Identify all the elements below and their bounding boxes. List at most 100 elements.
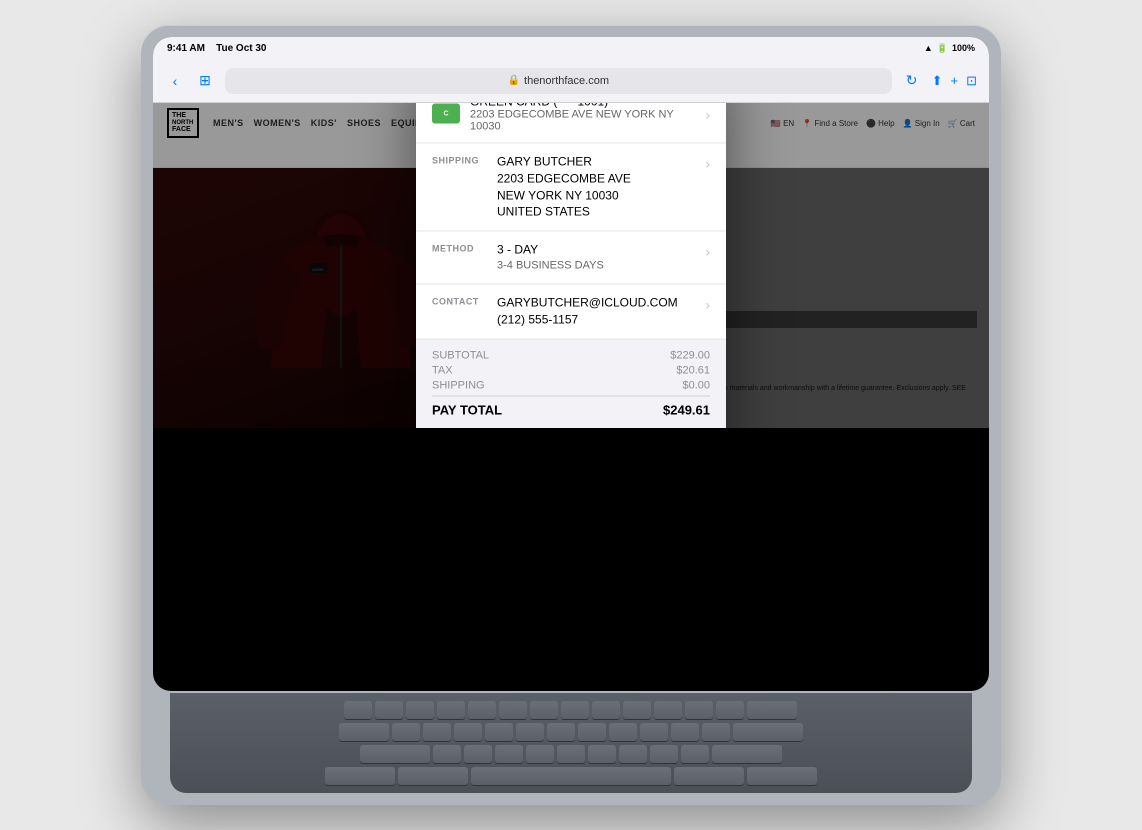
language-selector[interactable]: 🇺🇸 EN — [771, 119, 794, 128]
key-enter[interactable] — [733, 723, 803, 741]
contact-row[interactable]: CONTACT GARYBUTCHER@ICLOUD.COM (212) 555… — [416, 285, 726, 340]
key[interactable] — [592, 701, 620, 719]
method-content: 3 - DAY 3-4 BUSINESS DAYS — [497, 242, 695, 274]
url-bar[interactable]: 🔒 thenorthface.com — [225, 68, 892, 94]
key[interactable] — [495, 745, 523, 763]
key[interactable] — [375, 701, 403, 719]
bookmarks-button[interactable]: ⊡ — [966, 73, 977, 89]
help-link[interactable]: ⚫ Help — [866, 119, 895, 128]
key[interactable] — [530, 701, 558, 719]
browser-actions: ⬆ + ⊡ — [932, 73, 977, 89]
key[interactable] — [468, 701, 496, 719]
key-tab[interactable] — [339, 723, 389, 741]
key-alt-right[interactable] — [674, 767, 744, 785]
key[interactable] — [654, 701, 682, 719]
shipping-chevron-icon: › — [705, 156, 710, 172]
battery-level: 100% — [952, 43, 975, 53]
method-name: 3 - DAY — [497, 242, 695, 259]
keyboard-row-4 — [182, 767, 961, 785]
card-chip-icon: C — [432, 104, 460, 124]
key[interactable] — [588, 745, 616, 763]
lock-icon: 🔒 — [508, 75, 520, 86]
key[interactable] — [716, 701, 744, 719]
nav-shoes[interactable]: SHOES — [347, 118, 381, 128]
card-info: GREEN CARD (•••• 1001) 2203 EDGECOMBE AV… — [470, 103, 695, 133]
key-space[interactable] — [471, 767, 671, 785]
key[interactable] — [392, 723, 420, 741]
key[interactable] — [499, 701, 527, 719]
key[interactable] — [650, 745, 678, 763]
tnf-logo: THE NORTH FACE — [167, 108, 199, 138]
method-detail: 3-4 BUSINESS DAYS — [497, 259, 695, 274]
key[interactable] — [619, 745, 647, 763]
status-bar: 9:41 AM Tue Oct 30 ▲ 🔋 100% — [153, 37, 989, 59]
tab-view-button[interactable]: ⊞ — [195, 71, 215, 91]
share-button[interactable]: ⬆ — [932, 73, 943, 89]
keyboard-row-1 — [182, 701, 961, 719]
key[interactable] — [464, 745, 492, 763]
key[interactable] — [578, 723, 606, 741]
add-tab-button[interactable]: + — [951, 73, 959, 88]
nav-womens[interactable]: WOMEN'S — [254, 118, 301, 128]
key[interactable] — [433, 745, 461, 763]
tax-label: TAX — [432, 364, 453, 376]
key-ctrl-right[interactable] — [747, 767, 817, 785]
key[interactable] — [671, 723, 699, 741]
key[interactable] — [516, 723, 544, 741]
key[interactable] — [623, 701, 651, 719]
keyboard-row-2 — [182, 723, 961, 741]
key[interactable] — [547, 723, 575, 741]
key[interactable] — [561, 701, 589, 719]
shipping-cost-row: SHIPPING $0.00 — [432, 379, 710, 391]
key[interactable] — [640, 723, 668, 741]
contact-phone: (212) 555-1157 — [497, 312, 695, 329]
website-content: THE NORTH FACE MEN'S WOMEN'S KIDS' SHOES… — [153, 103, 989, 428]
key-alt[interactable] — [398, 767, 468, 785]
key[interactable] — [406, 701, 434, 719]
pay-total-row: PAY TOTAL $249.61 — [432, 395, 710, 417]
shipping-content: GARY BUTCHER 2203 EDGECOMBE AVE NEW YORK… — [497, 154, 695, 221]
wifi-icon: ▲ — [924, 43, 933, 53]
shipping-street: 2203 EDGECOMBE AVE — [497, 170, 695, 187]
method-row[interactable]: METHOD 3 - DAY 3-4 BUSINESS DAYS › — [416, 232, 726, 285]
key[interactable] — [344, 701, 372, 719]
back-button[interactable]: ‹ — [165, 71, 185, 91]
subtotal-value: $229.00 — [670, 349, 710, 361]
refresh-button[interactable]: ↻ — [902, 71, 922, 91]
key-ctrl[interactable] — [325, 767, 395, 785]
key[interactable] — [681, 745, 709, 763]
key[interactable] — [485, 723, 513, 741]
header-right: 🇺🇸 EN 📍 Find a Store ⚫ Help 👤 Sign In 🛒 … — [771, 119, 975, 128]
shipping-row[interactable]: SHIPPING GARY BUTCHER 2203 EDGECOMBE AVE… — [416, 144, 726, 232]
status-icons: ▲ 🔋 100% — [924, 43, 975, 54]
key[interactable] — [526, 745, 554, 763]
card-chevron-icon: › — [705, 107, 710, 123]
sign-in-link[interactable]: 👤 Sign In — [903, 119, 940, 128]
status-time: 9:41 AM Tue Oct 30 — [167, 43, 267, 54]
totals-section: SUBTOTAL $229.00 TAX $20.61 SHIPPING $0.… — [416, 339, 726, 428]
method-chevron-icon: › — [705, 244, 710, 260]
key[interactable] — [609, 723, 637, 741]
ipad-screen: 9:41 AM Tue Oct 30 ▲ 🔋 100% ‹ ⊞ 🔒 thenor… — [153, 37, 989, 691]
key[interactable] — [423, 723, 451, 741]
pay-total-label: PAY TOTAL — [432, 402, 502, 417]
key[interactable] — [437, 701, 465, 719]
nav-kids[interactable]: KIDS' — [311, 118, 337, 128]
shipping-city: NEW YORK NY 10030 — [497, 187, 695, 204]
cart-link[interactable]: 🛒 Cart — [948, 119, 975, 128]
contact-label: CONTACT — [432, 297, 487, 307]
key[interactable] — [557, 745, 585, 763]
key[interactable] — [702, 723, 730, 741]
find-store[interactable]: 📍 Find a Store — [802, 119, 858, 128]
card-address: 2203 EDGECOMBE AVE NEW YORK NY 10030 — [470, 109, 695, 133]
key-shift-right[interactable] — [712, 745, 782, 763]
key-shift[interactable] — [360, 745, 430, 763]
key-backspace[interactable] — [747, 701, 797, 719]
shipping-cost-label: SHIPPING — [432, 379, 485, 391]
key[interactable] — [685, 701, 713, 719]
browser-toolbar: ‹ ⊞ 🔒 thenorthface.com ↻ ⬆ + ⊡ — [153, 59, 989, 103]
key[interactable] — [454, 723, 482, 741]
nav-mens[interactable]: MEN'S — [213, 118, 244, 128]
payment-card-row[interactable]: C GREEN CARD (•••• 1001) 2203 EDGECOMBE … — [416, 103, 726, 144]
shipping-label: SHIPPING — [432, 156, 487, 166]
